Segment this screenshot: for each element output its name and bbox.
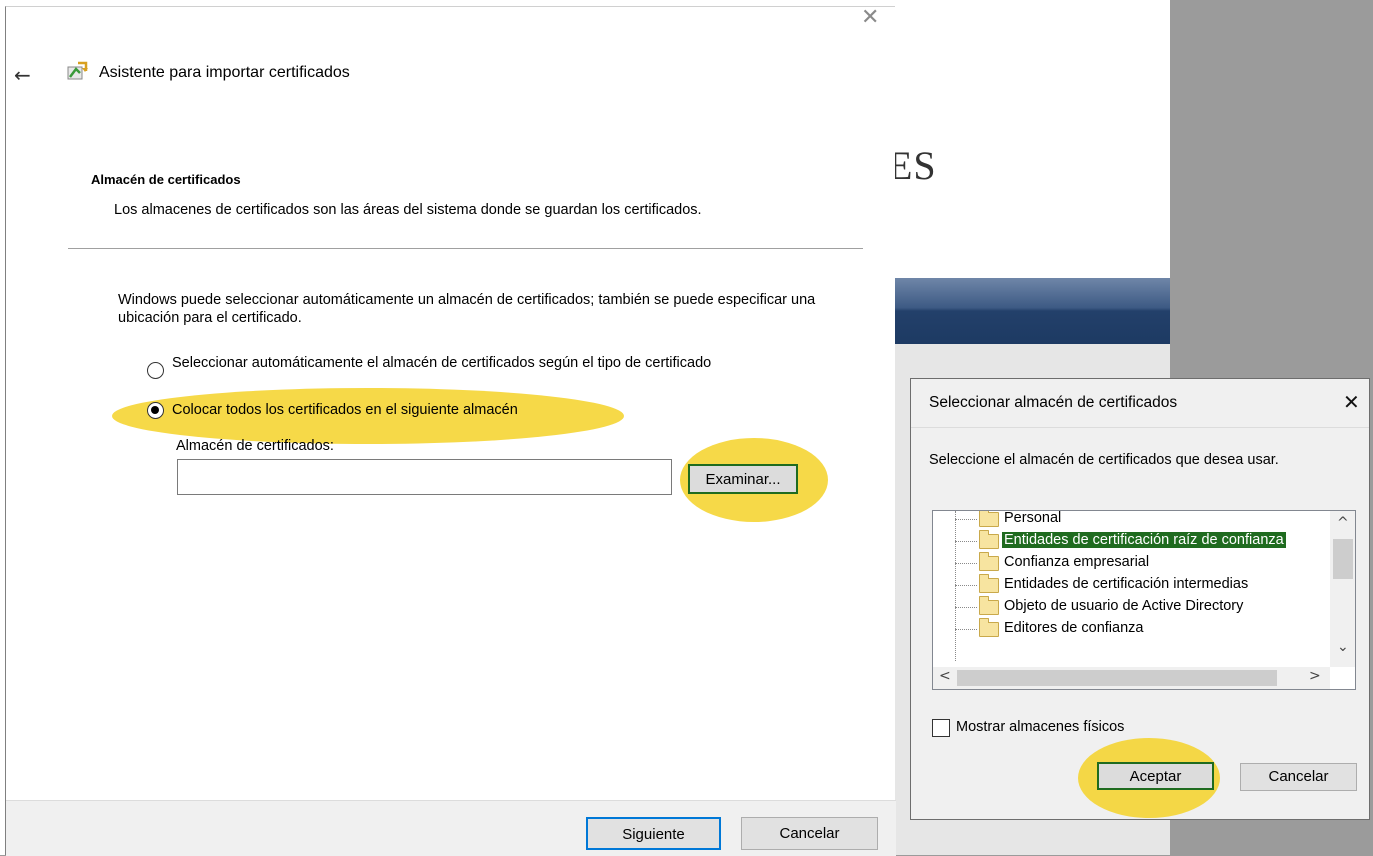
dialog-title: Seleccionar almacén de certificados (929, 394, 1178, 411)
tree-item-trusted-root[interactable]: Entidades de certificación raíz de confi… (933, 530, 1333, 553)
tree-item-label: Editores de confianza (1004, 620, 1144, 636)
dialog-prompt: Seleccione el almacén de certificados qu… (929, 452, 1279, 468)
tree-item-active-directory[interactable]: Objeto de usuario de Active Directory (933, 596, 1333, 619)
show-physical-label[interactable]: Mostrar almacenes físicos (956, 719, 1124, 735)
tree-item-label: Entidades de certificación raíz de confi… (1002, 532, 1286, 548)
section-description: Los almacenes de certificados son las ár… (114, 202, 702, 218)
folder-icon (979, 618, 999, 637)
instruction-text: Windows puede seleccionar automáticament… (118, 292, 816, 326)
wizard-title: Asistente para importar certificados (99, 64, 350, 81)
folder-icon (979, 511, 999, 527)
folder-icon (979, 574, 999, 593)
back-arrow-icon[interactable]: ← (14, 63, 31, 87)
tree-item-label: Personal (1004, 510, 1062, 526)
tree-item-label: Objeto de usuario de Active Directory (1004, 598, 1244, 614)
scroll-down-icon[interactable]: ⌄ (1337, 639, 1349, 655)
tree-item-intermediate[interactable]: Entidades de certificación intermedias (933, 574, 1333, 597)
tree-item-personal[interactable]: Personal (933, 510, 1333, 531)
next-button[interactable]: Siguiente (586, 817, 721, 850)
folder-icon (979, 530, 999, 549)
scroll-left-icon[interactable]: < (939, 668, 951, 684)
show-physical-checkbox[interactable] (932, 719, 950, 737)
section-title: Almacén de certificados (91, 172, 241, 187)
header-divider (68, 248, 863, 249)
radio-manual-store[interactable] (147, 402, 164, 419)
background-text: ES (888, 143, 937, 188)
folder-icon (979, 552, 999, 571)
browse-button[interactable]: Examinar... (688, 464, 798, 494)
tree-item-trusted-publishers[interactable]: Editores de confianza (933, 618, 1333, 641)
store-tree[interactable]: Personal Entidades de certificación raíz… (932, 510, 1356, 690)
vertical-scrollbar[interactable]: ^ ⌄ (1330, 511, 1355, 667)
ok-button[interactable]: Aceptar (1097, 762, 1214, 790)
store-input[interactable] (177, 459, 672, 495)
dialog-cancel-button[interactable]: Cancelar (1240, 763, 1357, 791)
scroll-right-icon[interactable]: > (1309, 668, 1321, 684)
tree-item-enterprise-trust[interactable]: Confianza empresarial (933, 552, 1333, 575)
scroll-up-icon[interactable]: ^ (1337, 515, 1349, 531)
close-icon[interactable]: ✕ (1343, 390, 1360, 414)
dialog-divider (911, 427, 1369, 428)
tree-item-label: Confianza empresarial (1004, 554, 1150, 570)
tree-item-label: Entidades de certificación intermedias (1004, 576, 1249, 592)
store-field-label: Almacén de certificados: (176, 438, 334, 454)
radio-auto-select-label[interactable]: Seleccionar automáticamente el almacén d… (172, 354, 792, 372)
certificate-import-icon (67, 61, 88, 80)
close-icon[interactable]: ✕ (861, 5, 879, 30)
background-banner (890, 278, 1170, 344)
radio-selected-dot (151, 406, 159, 414)
horizontal-scrollbar[interactable]: < > (933, 667, 1330, 689)
radio-auto-select[interactable] (147, 362, 164, 379)
import-wizard-window: ✕ ← Asistente para importar certificados… (5, 5, 896, 856)
cancel-button[interactable]: Cancelar (741, 817, 878, 850)
scroll-thumb[interactable] (957, 670, 1277, 686)
scroll-thumb[interactable] (1333, 539, 1353, 579)
radio-manual-store-label[interactable]: Colocar todos los certificados en el sig… (172, 402, 518, 418)
folder-icon (979, 596, 999, 615)
